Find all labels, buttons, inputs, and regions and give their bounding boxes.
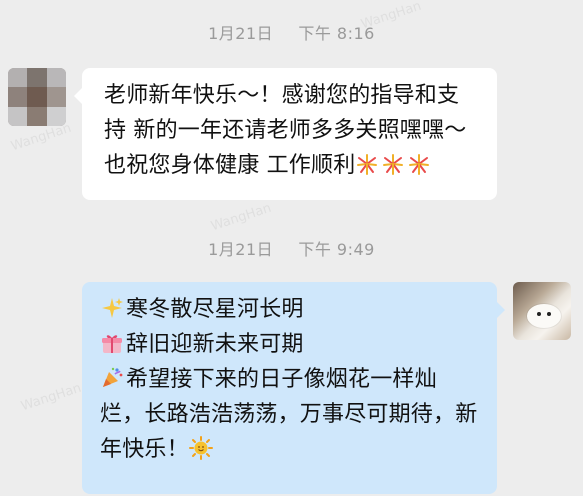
message-timestamp: 1月21日 下午 8:16	[0, 20, 583, 44]
timestamp-date: 1月21日	[208, 24, 274, 43]
watermark: WangHan	[19, 380, 84, 415]
party-popper-icon	[100, 366, 124, 390]
message-line: 老师新年快乐～！感谢您的指导和支	[104, 83, 460, 108]
message-line: 希望接下来的日子像烟花一样灿	[100, 362, 479, 397]
message-text: 年快乐！	[100, 437, 189, 462]
timestamp-date: 1月21日	[208, 240, 274, 259]
message-text: 寒冬散尽星河长明	[126, 297, 304, 322]
sun-icon	[188, 436, 213, 460]
message-text: 也祝您身体健康 工作顺利	[104, 153, 356, 178]
message-line: 年快乐！	[100, 432, 479, 467]
watermark: WangHan	[209, 200, 274, 235]
message-text: 辞旧迎新未来可期	[126, 332, 304, 357]
message-line: 烂，长路浩浩荡荡，万事尽可期待，新	[100, 402, 478, 427]
message-line: 也祝您身体健康 工作顺利	[104, 148, 481, 183]
fireworks-icon	[381, 152, 405, 176]
message-text: 希望接下来的日子像烟花一样灿	[126, 367, 437, 392]
chat-screen: WangHan WangHan WangHan WangHan 1月21日 下午…	[0, 0, 583, 496]
contact-avatar[interactable]	[8, 68, 66, 126]
message-line: 寒冬散尽星河长明	[100, 292, 479, 327]
pet-photo	[527, 304, 561, 328]
sent-message-bubble[interactable]: 寒冬散尽星河长明 辞旧迎新未来可期 希望接下来的日子像烟花一样灿 烂，长路浩浩荡…	[82, 282, 505, 494]
received-message-bubble[interactable]: 老师新年快乐～！感谢您的指导和支 持 新的一年还请老师多多关照嘿嘿～ 也祝您身体…	[74, 68, 497, 200]
timestamp-time: 下午 9:49	[298, 240, 375, 259]
message-timestamp: 1月21日 下午 9:49	[0, 236, 583, 260]
message-line: 辞旧迎新未来可期	[100, 327, 479, 362]
my-avatar[interactable]	[513, 282, 571, 340]
gift-icon	[100, 331, 124, 355]
fireworks-icon	[355, 152, 379, 176]
message-line: 持 新的一年还请老师多多关照嘿嘿～	[104, 118, 467, 143]
timestamp-time: 下午 8:16	[298, 24, 375, 43]
fireworks-icon	[407, 152, 431, 176]
sparkles-icon	[100, 296, 124, 320]
